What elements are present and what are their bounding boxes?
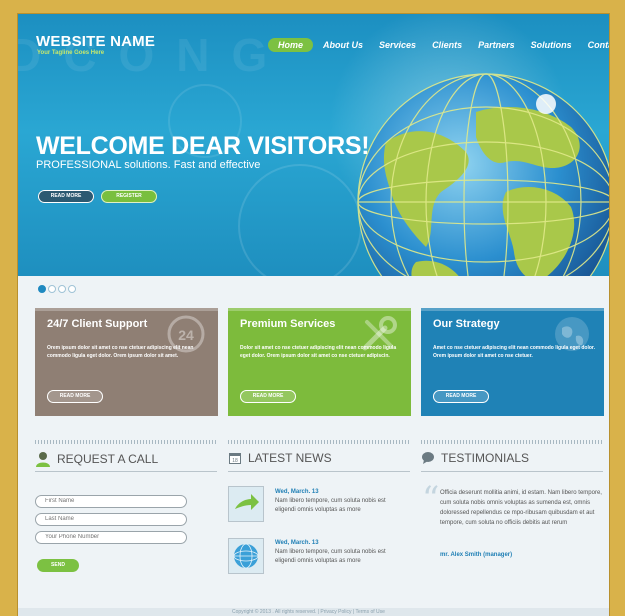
nav-solutions[interactable]: Solutions xyxy=(523,38,580,52)
feature-title: Our Strategy xyxy=(433,318,500,330)
feature-box-strategy: Our Strategy Amet co nse ctetuer adipisc… xyxy=(421,308,604,416)
section-rule xyxy=(421,471,603,472)
request-call-header: REQUEST A CALL xyxy=(35,451,158,467)
testimonials-header: TESTIMONIALS xyxy=(421,451,529,465)
box-top-band xyxy=(35,308,218,311)
site-name[interactable]: WEBSITE NAME xyxy=(36,33,155,50)
slider-pagination xyxy=(38,285,76,293)
slider-dot-4[interactable] xyxy=(68,285,76,293)
news-date[interactable]: Wed, March. 13 xyxy=(275,489,319,495)
svg-text:18: 18 xyxy=(232,458,238,464)
section-title: TESTIMONIALS xyxy=(441,451,530,465)
person-icon xyxy=(36,452,50,467)
main-nav: Home About Us Services Clients Partners … xyxy=(268,38,609,52)
last-name-field[interactable] xyxy=(35,513,187,526)
footer: Copyright © 2013 . All rights reserved. … xyxy=(18,608,609,616)
section-title: REQUEST A CALL xyxy=(57,452,159,466)
globe-icon xyxy=(229,539,263,573)
box-top-band xyxy=(228,308,411,311)
arrow-icon xyxy=(229,487,263,521)
feature-text: Dolor sit amet co nse ctetuer adipiscing… xyxy=(240,345,397,359)
send-button[interactable]: SEND xyxy=(37,559,79,572)
feature-read-more-button[interactable]: READ MORE xyxy=(240,390,296,403)
feature-title: Premium Services xyxy=(240,318,336,330)
feature-box-support: 24 24/7 Client Support Orem ipsum dolor … xyxy=(35,308,218,416)
hero-subtitle: PROFESSIONAL solutions. Fast and effecti… xyxy=(36,159,261,171)
news-text: Nam libero tempore, cum soluta nobis est… xyxy=(275,549,386,564)
section-divider xyxy=(421,440,603,444)
decorative-ring xyxy=(238,164,362,276)
phone-field[interactable] xyxy=(35,531,187,544)
calendar-icon: 18 xyxy=(229,453,241,464)
news-thumbnail[interactable] xyxy=(228,486,264,522)
nav-about-us[interactable]: About Us xyxy=(315,38,371,52)
website-page: DCONG WEBSITE NAME Your Tagline Goes Her… xyxy=(18,14,609,616)
news-thumbnail[interactable] xyxy=(228,538,264,574)
footer-text: Copyright © 2013 . All rights reserved. … xyxy=(232,609,385,615)
feature-box-premium: Premium Services Dolor sit amet co nse c… xyxy=(228,308,411,416)
slider-dot-3[interactable] xyxy=(58,285,66,293)
site-tagline: Your Tagline Goes Here xyxy=(37,50,105,56)
section-divider xyxy=(35,440,217,444)
news-date[interactable]: Wed, March. 13 xyxy=(275,540,319,546)
news-text: Nam libero tempore, cum soluta nobis est… xyxy=(275,498,386,513)
slider-dot-1[interactable] xyxy=(38,285,46,293)
hero-register-button[interactable]: REGISTER xyxy=(101,190,157,203)
section-rule xyxy=(228,471,410,472)
first-name-field[interactable] xyxy=(35,495,187,508)
hero-title: WELCOME DEAR VISITORS! xyxy=(36,132,370,160)
feature-text: Amet co nse ctetuer adipiscing elit nean… xyxy=(433,345,595,359)
nav-partners[interactable]: Partners xyxy=(470,38,523,52)
feature-text: Orem ipsum dolor sit amet co nse ctetuer… xyxy=(47,345,194,359)
nav-home[interactable]: Home xyxy=(268,38,314,52)
nav-clients[interactable]: Clients xyxy=(424,38,470,52)
section-title: LATEST NEWS xyxy=(248,451,332,465)
feature-read-more-button[interactable]: READ MORE xyxy=(433,390,489,403)
section-rule xyxy=(35,471,217,472)
feature-title: 24/7 Client Support xyxy=(47,318,148,330)
box-top-band xyxy=(421,308,604,311)
speech-bubble-icon xyxy=(422,452,434,464)
svg-text:24: 24 xyxy=(178,327,194,343)
hero-read-more-button[interactable]: READ MORE xyxy=(38,190,94,203)
nav-services[interactable]: Services xyxy=(371,38,424,52)
quote-icon: “ xyxy=(422,479,440,519)
slider-dot-2[interactable] xyxy=(48,285,56,293)
hero-banner: DCONG WEBSITE NAME Your Tagline Goes Her… xyxy=(18,14,609,276)
feature-read-more-button[interactable]: READ MORE xyxy=(47,390,103,403)
globe-illustration xyxy=(357,73,609,276)
nav-contacts[interactable]: Contacts xyxy=(580,38,609,52)
latest-news-header: 18 LATEST NEWS xyxy=(228,451,332,465)
testimonial-author: mr. Alex Smith (manager) xyxy=(440,552,513,558)
section-divider xyxy=(228,440,410,444)
testimonial-text: Officia deserunt mollitia animi, id esta… xyxy=(440,490,602,526)
